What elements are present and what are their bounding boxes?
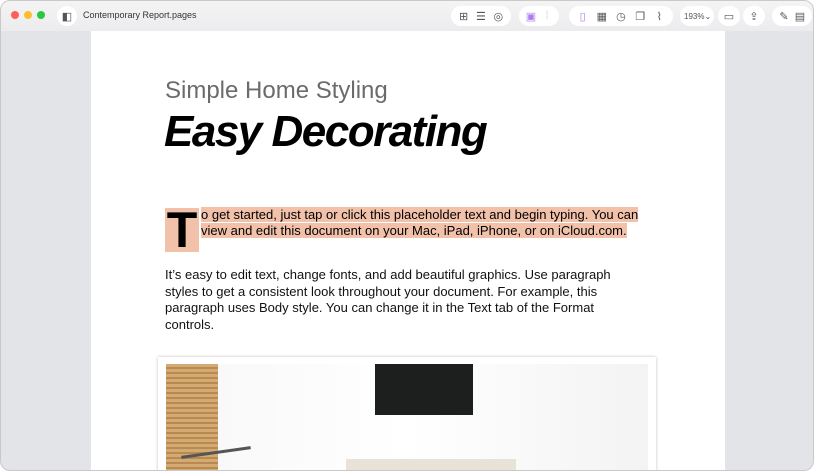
page-icon[interactable]: ▯ xyxy=(575,10,591,23)
document-icon[interactable]: ▤ xyxy=(792,10,808,23)
highlighted-text: o get started, just tap or click this pl… xyxy=(201,207,639,238)
media-icon[interactable]: ▣ xyxy=(523,10,539,23)
image-frame[interactable] xyxy=(158,357,656,470)
shape-icon[interactable]: ◎ xyxy=(490,10,506,23)
zoom-menu[interactable]: 193% ⌄ xyxy=(680,6,714,26)
media-group: ▣ ⁞ xyxy=(519,6,559,26)
document-title: Contemporary Report.pages xyxy=(83,10,197,20)
close-button[interactable] xyxy=(11,11,19,19)
objects-group: ▯ ▦ ◷ ❐ ⌇ xyxy=(569,6,673,26)
sofa xyxy=(346,459,516,470)
zoom-button[interactable] xyxy=(37,11,45,19)
clock-icon[interactable]: ◷ xyxy=(613,10,629,23)
title[interactable]: Easy Decorating xyxy=(164,107,488,157)
minimize-button[interactable] xyxy=(24,11,32,19)
insert-group: ⊞ ☰ ◎ xyxy=(451,6,511,26)
chart-icon[interactable]: ⁞ xyxy=(539,10,555,22)
intro-paragraph[interactable]: o get started, just tap or click this pl… xyxy=(201,207,651,239)
comment-icon: ▭ xyxy=(723,10,735,23)
sidebar-button[interactable]: ◧ xyxy=(57,6,77,26)
text-box-icon[interactable]: ☰ xyxy=(473,10,489,23)
copy-icon[interactable]: ❐ xyxy=(632,10,648,23)
subtitle[interactable]: Simple Home Styling xyxy=(165,77,388,105)
wall-art xyxy=(375,364,473,415)
body-paragraph[interactable]: It’s easy to edit text, change fonts, an… xyxy=(165,267,645,333)
pages-window: ◧ Contemporary Report.pages ⊞ ☰ ◎ ▣ ⁞ ▯ ▦ ◷ ❐ ⌇… xyxy=(0,0,814,471)
comment-button[interactable]: ▭ xyxy=(718,6,740,26)
inspector-group: ✎ ▤ xyxy=(772,6,812,26)
insert-icon[interactable]: ⊞ xyxy=(456,10,472,23)
sidebar-icon: ◧ xyxy=(61,10,73,23)
share-button[interactable]: ⇪ xyxy=(743,6,765,26)
share-icon: ⇪ xyxy=(749,10,759,23)
interior-photo xyxy=(166,364,648,470)
attachment-icon[interactable]: ⌇ xyxy=(651,10,667,23)
toolbar: ◧ Contemporary Report.pages ⊞ ☰ ◎ ▣ ⁞ ▯ ▦ ◷ ❐ ⌇… xyxy=(1,1,813,31)
format-icon[interactable]: ✎ xyxy=(776,10,792,23)
table-icon[interactable]: ▦ xyxy=(594,10,610,23)
drop-cap[interactable]: T xyxy=(165,205,199,255)
